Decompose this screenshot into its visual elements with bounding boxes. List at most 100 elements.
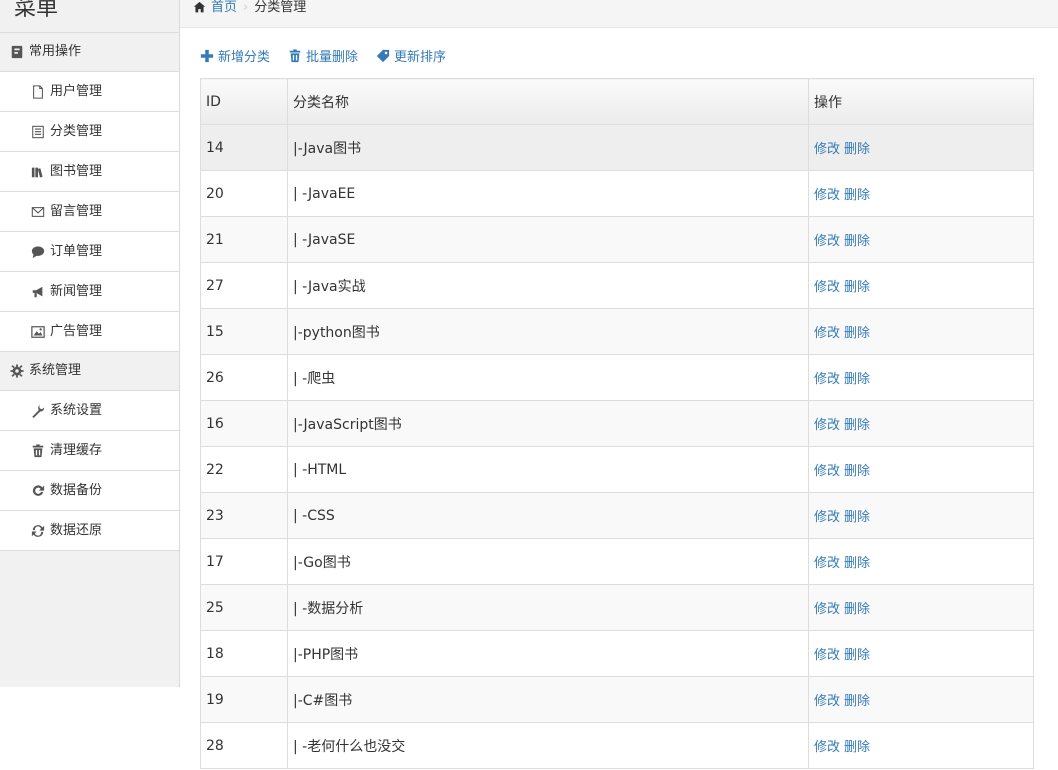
category-id: 17 xyxy=(200,538,288,585)
wrench-icon xyxy=(31,404,45,418)
delete-link[interactable]: 删除 xyxy=(844,326,870,341)
table-row: 26 | -爬虫 修改 删除 xyxy=(200,354,1034,401)
sidebar-item[interactable]: 系统设置 xyxy=(0,391,179,431)
book-icon xyxy=(10,45,24,59)
picture-icon xyxy=(31,325,45,339)
delete-link[interactable]: 删除 xyxy=(844,280,870,295)
table-row: 27 | -Java实战 修改 删除 xyxy=(200,262,1034,309)
edit-link[interactable]: 修改 xyxy=(814,464,840,479)
sidebar-group-label: 系统管理 xyxy=(29,363,82,378)
row-actions: 修改 删除 xyxy=(808,170,1034,217)
delete-link[interactable]: 删除 xyxy=(844,188,870,203)
sidebar-item[interactable]: 留言管理 xyxy=(0,192,179,232)
table-row: 23 | -CSS 修改 删除 xyxy=(200,492,1034,539)
category-id: 18 xyxy=(200,630,288,677)
edit-link[interactable]: 修改 xyxy=(814,694,840,709)
category-id: 16 xyxy=(200,400,288,447)
column-header-name: 分类名称 xyxy=(287,78,809,125)
sidebar: 菜单 常用操作 用户管理 分类管理 图书管理 留言管理 订单管理 新闻管理 广告管理 系统管理系… xyxy=(0,0,180,687)
delete-link[interactable]: 删除 xyxy=(844,694,870,709)
sidebar-item-label: 图书管理 xyxy=(50,164,103,179)
sidebar-item[interactable]: 清理缓存 xyxy=(0,431,179,471)
row-actions: 修改 删除 xyxy=(808,262,1034,309)
row-actions: 修改 删除 xyxy=(808,400,1034,447)
sidebar-item-label: 广告管理 xyxy=(50,324,103,339)
category-name: | -CSS xyxy=(287,492,809,539)
row-actions: 修改 删除 xyxy=(808,722,1034,769)
breadcrumb-current: 分类管理 xyxy=(254,0,307,15)
breadcrumb: 首页 › 分类管理 xyxy=(180,0,1058,28)
batch-delete-button[interactable]: 批量删除 xyxy=(288,46,358,65)
sidebar-item-label: 数据备份 xyxy=(50,483,103,498)
row-actions: 修改 删除 xyxy=(808,124,1034,171)
delete-link[interactable]: 删除 xyxy=(844,464,870,479)
add-category-label: 新增分类 xyxy=(218,50,271,65)
table-row: 22 | -HTML 修改 删除 xyxy=(200,446,1034,493)
sidebar-group-header[interactable]: 常用操作 xyxy=(0,33,179,72)
edit-link[interactable]: 修改 xyxy=(814,556,840,571)
edit-link[interactable]: 修改 xyxy=(814,510,840,525)
sidebar-item[interactable]: 数据还原 xyxy=(0,511,179,551)
category-name: |-python图书 xyxy=(287,308,809,355)
sidebar-item-label: 分类管理 xyxy=(50,124,103,139)
sidebar-item[interactable]: 订单管理 xyxy=(0,232,179,272)
sync-icon xyxy=(31,524,45,538)
delete-link[interactable]: 删除 xyxy=(844,510,870,525)
sidebar-item-label: 订单管理 xyxy=(50,244,103,259)
category-id: 20 xyxy=(200,170,288,217)
plus-icon xyxy=(200,49,214,63)
edit-link[interactable]: 修改 xyxy=(814,740,840,755)
edit-link[interactable]: 修改 xyxy=(814,280,840,295)
table-row: 14 |-Java图书 修改 删除 xyxy=(200,124,1034,171)
table-body: 14 |-Java图书 修改 删除 20 | -JavaEE 修改 删除 21 | -JavaSE… xyxy=(200,124,1034,769)
row-actions: 修改 删除 xyxy=(808,584,1034,631)
edit-link[interactable]: 修改 xyxy=(814,188,840,203)
sidebar-item-label: 用户管理 xyxy=(50,84,103,99)
edit-link[interactable]: 修改 xyxy=(814,602,840,617)
delete-link[interactable]: 删除 xyxy=(844,142,870,157)
edit-link[interactable]: 修改 xyxy=(814,372,840,387)
edit-link[interactable]: 修改 xyxy=(814,142,840,157)
sidebar-item-label: 数据还原 xyxy=(50,523,103,538)
delete-link[interactable]: 删除 xyxy=(844,740,870,755)
category-name: |-PHP图书 xyxy=(287,630,809,677)
row-actions: 修改 删除 xyxy=(808,216,1034,263)
update-sort-button[interactable]: 更新排序 xyxy=(376,46,446,65)
edit-link[interactable]: 修改 xyxy=(814,418,840,433)
sidebar-item[interactable]: 分类管理 xyxy=(0,112,179,152)
edit-link[interactable]: 修改 xyxy=(814,648,840,663)
batch-delete-label: 批量删除 xyxy=(306,50,359,65)
category-name: |-Go图书 xyxy=(287,538,809,585)
delete-link[interactable]: 删除 xyxy=(844,648,870,663)
edit-link[interactable]: 修改 xyxy=(814,234,840,249)
edit-link[interactable]: 修改 xyxy=(814,326,840,341)
delete-link[interactable]: 删除 xyxy=(844,418,870,433)
sidebar-item[interactable]: 广告管理 xyxy=(0,312,179,352)
category-id: 26 xyxy=(200,354,288,401)
refresh-icon xyxy=(31,484,45,498)
breadcrumb-home-link[interactable]: 首页 xyxy=(211,0,237,16)
envelope-icon xyxy=(31,205,45,219)
add-category-button[interactable]: 新增分类 xyxy=(200,46,270,65)
file-icon xyxy=(31,84,45,99)
table-row: 21 | -JavaSE 修改 删除 xyxy=(200,216,1034,263)
category-name: | -HTML xyxy=(287,446,809,493)
category-name: | -爬虫 xyxy=(287,354,809,401)
category-id: 28 xyxy=(200,722,288,769)
sidebar-item[interactable]: 数据备份 xyxy=(0,471,179,511)
category-id: 22 xyxy=(200,446,288,493)
delete-link[interactable]: 删除 xyxy=(844,372,870,387)
comment-icon xyxy=(31,245,45,259)
category-name: |-C#图书 xyxy=(287,676,809,723)
sidebar-item[interactable]: 新闻管理 xyxy=(0,272,179,312)
delete-link[interactable]: 删除 xyxy=(844,602,870,617)
category-id: 23 xyxy=(200,492,288,539)
delete-link[interactable]: 删除 xyxy=(844,234,870,249)
category-name: | -JavaEE xyxy=(287,170,809,217)
sidebar-item[interactable]: 用户管理 xyxy=(0,72,179,112)
sidebar-item[interactable]: 图书管理 xyxy=(0,152,179,192)
column-header-id: ID xyxy=(200,78,288,125)
column-header-ops: 操作 xyxy=(808,78,1034,125)
sidebar-group-header[interactable]: 系统管理 xyxy=(0,352,179,391)
delete-link[interactable]: 删除 xyxy=(844,556,870,571)
